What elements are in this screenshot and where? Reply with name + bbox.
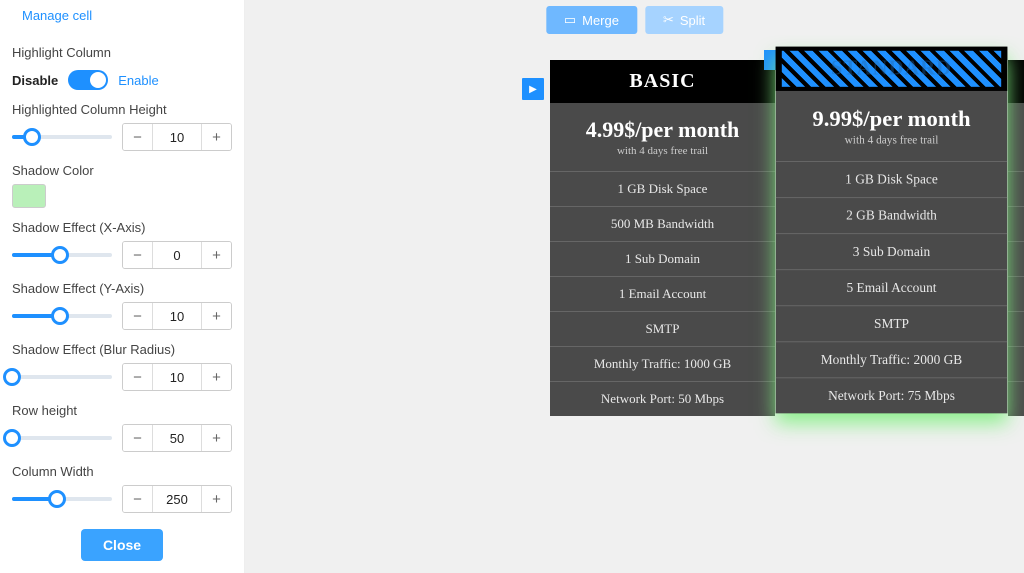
disable-label: Disable bbox=[12, 73, 58, 88]
hch-plus[interactable]: + bbox=[201, 124, 231, 150]
y-minus[interactable]: − bbox=[123, 303, 153, 329]
rowh-stepper[interactable]: −50+ bbox=[122, 424, 232, 452]
y-label: Shadow Effect (Y-Axis) bbox=[12, 281, 232, 296]
blur-slider[interactable] bbox=[12, 375, 112, 379]
feature-row: 5 Email Account bbox=[776, 270, 1008, 306]
rowh-value: 50 bbox=[153, 425, 201, 451]
card-title: BASIC bbox=[550, 60, 775, 103]
highlight-toggle[interactable] bbox=[68, 70, 108, 90]
colw-value: 250 bbox=[153, 486, 201, 512]
card-title: STANDARD bbox=[776, 47, 1008, 91]
settings-sidebar: Manage cell Highlight Column Disable Ena… bbox=[0, 0, 245, 573]
tab-manage-cell[interactable]: Manage cell bbox=[12, 0, 102, 33]
pricing-card-0[interactable]: BASIC 4.99$/per month with 4 days free tra… bbox=[550, 60, 775, 416]
highlight-column-label: Highlight Column bbox=[12, 45, 232, 60]
trail-text: with 4 days free trail bbox=[1012, 145, 1024, 157]
pricing-card-1[interactable]: STANDARD 9.99$/per month with 4 days free … bbox=[776, 47, 1008, 414]
price-block: 19.99$/per month with 4 days free trail bbox=[1008, 103, 1024, 172]
price-block: 9.99$/per month with 4 days free trail bbox=[776, 91, 1008, 162]
trail-text: with 4 days free trail bbox=[554, 145, 771, 157]
feature-row: 1 GB Disk Space bbox=[550, 172, 775, 207]
merge-label: Merge bbox=[582, 13, 619, 28]
feature-row: 10 Email Account bbox=[1008, 277, 1024, 312]
shadow-color-picker[interactable] bbox=[12, 184, 46, 208]
feature-row: 2 GB Bandwidth bbox=[776, 198, 1008, 234]
rowh-label: Row height bbox=[12, 403, 232, 418]
price-text: 19.99$/per month bbox=[1012, 117, 1024, 143]
feature-row: Network Port: 75 Mbps bbox=[776, 378, 1008, 413]
feature-row: 500 MB Bandwidth bbox=[550, 207, 775, 242]
feature-row: 1 GB Disk Space bbox=[1008, 172, 1024, 207]
hch-minus[interactable]: − bbox=[123, 124, 153, 150]
cell-toolbar: ▭ Merge ✂ Split bbox=[546, 6, 723, 34]
split-button[interactable]: ✂ Split bbox=[645, 6, 723, 34]
price-text: 4.99$/per month bbox=[554, 117, 771, 143]
feature-row: Monthly Traffic: 2000 GB bbox=[776, 342, 1008, 378]
blur-stepper[interactable]: −10+ bbox=[122, 363, 232, 391]
y-slider[interactable] bbox=[12, 314, 112, 318]
colw-plus[interactable]: + bbox=[201, 486, 231, 512]
feature-row: SMTP bbox=[1008, 312, 1024, 347]
card-title: PREMIUM bbox=[1008, 60, 1024, 103]
blur-value: 10 bbox=[153, 364, 201, 390]
enable-label: Enable bbox=[118, 73, 158, 88]
merge-button[interactable]: ▭ Merge bbox=[546, 6, 637, 34]
hch-label: Highlighted Column Height bbox=[12, 102, 232, 117]
x-label: Shadow Effect (X-Axis) bbox=[12, 220, 232, 235]
feature-row: SMTP bbox=[776, 306, 1008, 342]
x-slider[interactable] bbox=[12, 253, 112, 257]
blur-minus[interactable]: − bbox=[123, 364, 153, 390]
pricing-table[interactable]: ▶ BASIC4.99$/per monthwith 4 days free t… bbox=[550, 60, 1024, 416]
trail-text: with 4 days free trail bbox=[780, 134, 1004, 146]
x-value: 0 bbox=[153, 242, 201, 268]
feature-row: Monthly Traffic: 1000 GB bbox=[550, 347, 775, 382]
x-plus[interactable]: + bbox=[201, 242, 231, 268]
feature-row: 10 Sub Domain bbox=[1008, 242, 1024, 277]
y-value: 10 bbox=[153, 303, 201, 329]
feature-row: Monthly Traffic: 3000 GB bbox=[1008, 347, 1024, 382]
feature-row: 1 GB Disk Space bbox=[776, 162, 1008, 198]
price-text: 9.99$/per month bbox=[780, 105, 1004, 132]
feature-row: 1 Email Account bbox=[550, 277, 775, 312]
rowh-slider[interactable] bbox=[12, 436, 112, 440]
feature-row: Network Port: 50 Mbps bbox=[550, 382, 775, 416]
editor-canvas: ▭ Merge ✂ Split ▶ BASIC 4.99$/per month wi… bbox=[245, 0, 1024, 573]
split-label: Split bbox=[680, 13, 705, 28]
x-stepper[interactable]: −0+ bbox=[122, 241, 232, 269]
colw-minus[interactable]: − bbox=[123, 486, 153, 512]
feature-row: 3 Sub Domain bbox=[776, 234, 1008, 270]
hch-slider[interactable] bbox=[12, 135, 112, 139]
hch-stepper[interactable]: −10+ bbox=[122, 123, 232, 151]
price-block: 4.99$/per month with 4 days free trail bbox=[550, 103, 775, 172]
feature-row: Network Port: 100 Mbps bbox=[1008, 382, 1024, 416]
feature-row: 1 Sub Domain bbox=[550, 242, 775, 277]
blur-label: Shadow Effect (Blur Radius) bbox=[12, 342, 232, 357]
rowh-minus[interactable]: − bbox=[123, 425, 153, 451]
blur-plus[interactable]: + bbox=[201, 364, 231, 390]
feature-row: 5 GB Bandwidth bbox=[1008, 207, 1024, 242]
feature-row: SMTP bbox=[550, 312, 775, 347]
x-minus[interactable]: − bbox=[123, 242, 153, 268]
colw-label: Column Width bbox=[12, 464, 232, 479]
close-button[interactable]: Close bbox=[81, 529, 163, 561]
colw-slider[interactable] bbox=[12, 497, 112, 501]
split-icon: ✂ bbox=[663, 12, 674, 28]
pricing-card-2[interactable]: PREMIUM 19.99$/per month with 4 days free … bbox=[1008, 60, 1024, 416]
rowh-plus[interactable]: + bbox=[201, 425, 231, 451]
colw-stepper[interactable]: −250+ bbox=[122, 485, 232, 513]
merge-icon: ▭ bbox=[564, 12, 576, 28]
y-stepper[interactable]: −10+ bbox=[122, 302, 232, 330]
shadow-color-label: Shadow Color bbox=[12, 163, 232, 178]
hch-value: 10 bbox=[153, 124, 201, 150]
y-plus[interactable]: + bbox=[201, 303, 231, 329]
row-selection-handle[interactable]: ▶ bbox=[522, 78, 544, 100]
